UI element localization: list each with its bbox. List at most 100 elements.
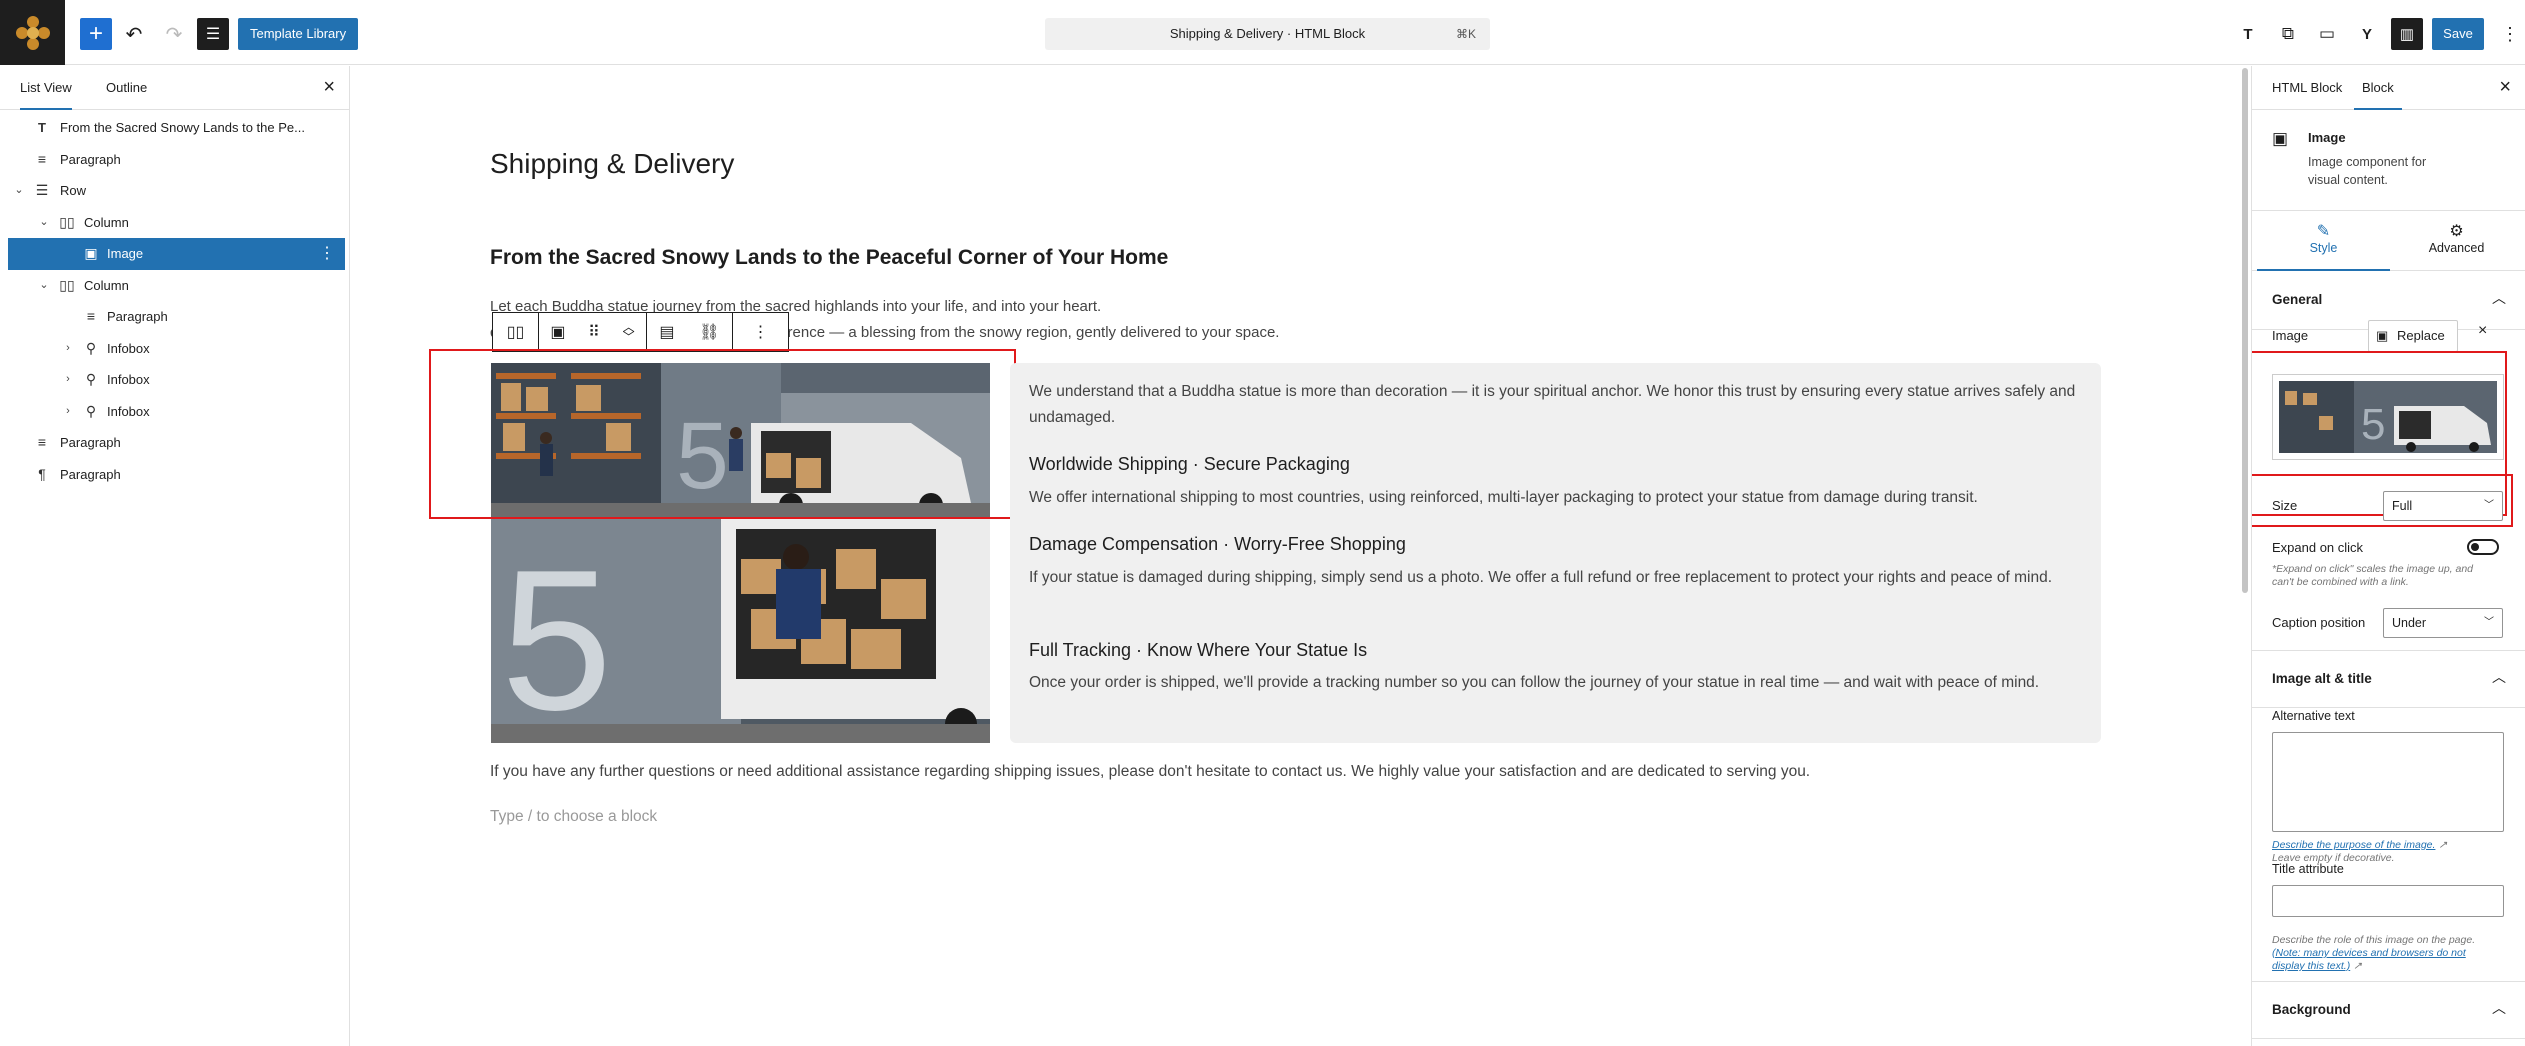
feature-title[interactable]: Full Tracking · Know Where Your Statue I… — [1029, 640, 1367, 661]
tree-item-column[interactable]: ⌄ ▯▯ Column — [0, 207, 349, 239]
tree-item-label: Infobox — [107, 372, 150, 387]
remove-image-icon[interactable]: × — [2478, 322, 2487, 340]
size-label: Size — [2272, 498, 2298, 513]
device-preview-icon[interactable]: ▭ — [2311, 18, 2343, 50]
tab-style[interactable]: ✎ Style — [2257, 211, 2390, 271]
top-toolbar: + ↶ ↷ ☰ Template Library Shipping & Deli… — [0, 0, 2525, 65]
svg-text:5: 5 — [2361, 400, 2385, 449]
options-menu-icon[interactable]: ⋮ — [2494, 18, 2525, 50]
chevron-down-icon[interactable]: ⌄ — [12, 175, 26, 207]
infobox-icon: ⚲ — [85, 339, 97, 356]
tree-item-paragraph[interactable]: ≡ Paragraph — [0, 144, 349, 176]
caption-icon[interactable]: ▤ — [659, 322, 674, 342]
block-mover-group: ▣ ⠿ ︿ ﹀ — [539, 313, 647, 351]
background-section-header[interactable]: Background ︿ — [2252, 981, 2525, 1039]
section-heading[interactable]: From the Sacred Snowy Lands to the Peace… — [490, 246, 1168, 270]
title-note-link-2[interactable]: display this text.) — [2272, 960, 2350, 972]
infobox-icon: ⚲ — [85, 371, 97, 387]
editor-canvas: Shipping & Delivery From the Sacred Snow… — [351, 66, 2239, 1046]
tab-html-block[interactable]: HTML Block — [2272, 66, 2342, 110]
image-preview[interactable]: 5 — [2272, 374, 2504, 460]
close-icon[interactable]: × — [2499, 76, 2511, 99]
chevron-down-icon: ﹀ — [2484, 500, 2494, 511]
image-block-icon[interactable]: ▣ — [550, 322, 565, 342]
tree-item-paragraph[interactable]: ≡ Paragraph — [0, 427, 349, 459]
external-link-icon: ↗ — [2353, 960, 2362, 972]
tree-item-infobox[interactable]: › ⚲ Infobox — [0, 333, 349, 365]
title-note-link[interactable]: (Note: many devices and browsers do not — [2272, 947, 2466, 959]
scrollbar-thumb[interactable] — [2242, 68, 2248, 593]
site-logo[interactable] — [0, 0, 65, 65]
undo-button[interactable]: ↶ — [118, 18, 150, 50]
page-title[interactable]: Shipping & Delivery — [490, 148, 734, 180]
link-icon[interactable]: ⛓ — [699, 322, 719, 342]
replace-image-button[interactable]: ▣ Replace — [2368, 320, 2458, 352]
describe-purpose-link[interactable]: Describe the purpose of the image. — [2272, 839, 2435, 851]
command-palette-bar[interactable]: Shipping & Delivery · HTML Block ⌘K — [1045, 18, 1490, 50]
chevron-down-icon[interactable]: ⌄ — [37, 270, 51, 302]
alt-title-section-header[interactable]: Image alt & title ︿ — [2252, 650, 2525, 708]
tree-item-heading[interactable]: T From the Sacred Snowy Lands to the Pe.… — [0, 112, 349, 144]
document-overview-button[interactable]: ☰ — [197, 18, 229, 50]
yoast-seo-icon[interactable]: Y — [2351, 18, 2383, 50]
title-attribute-field[interactable] — [2272, 885, 2504, 917]
tree-item-paragraph[interactable]: ¶ Paragraph — [0, 459, 349, 491]
tab-advanced[interactable]: ⚙ Advanced — [2390, 211, 2523, 271]
tab-list-view[interactable]: List View — [20, 66, 72, 110]
template-library-button[interactable]: Template Library — [238, 18, 359, 50]
add-block-button[interactable]: + — [80, 18, 112, 50]
alt-text-field[interactable] — [2272, 732, 2504, 832]
van-loading-image[interactable]: 5 — [491, 519, 990, 743]
redo-button[interactable]: ↷ — [158, 18, 190, 50]
lotus-logo-icon — [15, 15, 50, 50]
tree-item-column[interactable]: ⌄ ▯▯ Column — [0, 270, 349, 302]
tab-block[interactable]: Block — [2354, 66, 2402, 110]
feature-title[interactable]: Damage Compensation · Worry-Free Shoppin… — [1029, 534, 1406, 555]
tree-item-image[interactable]: ▣ Image ⋮ — [8, 238, 345, 270]
chevron-right-icon[interactable]: › — [61, 364, 75, 396]
expand-help: *Expand on click" scales the image up, a… — [2272, 563, 2510, 589]
settings-sidebar-icon[interactable]: ▥ — [2391, 18, 2423, 50]
feature-text[interactable]: If your statue is damaged during shippin… — [1029, 565, 2084, 591]
canvas-scrollbar[interactable] — [2239, 66, 2251, 1046]
close-icon[interactable]: × — [323, 76, 335, 99]
expand-help-line-1: *Expand on click" scales the image up, a… — [2272, 563, 2474, 575]
block-toolbar: ▯▯ ▣ ⠿ ︿ ﹀ ▤ ⛓ ⋮ — [492, 312, 789, 352]
more-options-icon[interactable]: ⋮ — [319, 238, 335, 270]
tree-item-infobox[interactable]: › ⚲ Infobox — [0, 396, 349, 428]
command-shortcut: ⌘K — [1455, 27, 1476, 41]
block-appender[interactable]: Type / to choose a block — [490, 808, 657, 826]
row-icon: ☰ — [35, 182, 49, 198]
chevron-right-icon[interactable]: › — [61, 333, 75, 365]
drag-handle-icon[interactable]: ⠿ — [588, 322, 600, 342]
tree-item-paragraph[interactable]: ≡ Paragraph — [0, 301, 349, 333]
tab-outline[interactable]: Outline — [106, 66, 147, 110]
image-icon: ▣ — [2272, 129, 2289, 148]
chevron-down-icon[interactable]: ⌄ — [37, 207, 51, 239]
block-settings-panel: HTML Block Block × ▣ Image Image compone… — [2251, 66, 2525, 1046]
size-select[interactable]: Full ﹀ — [2383, 491, 2503, 521]
save-button[interactable]: Save — [2432, 18, 2484, 50]
chevron-right-icon[interactable]: › — [61, 396, 75, 428]
parent-column-icon[interactable]: ▯▯ — [493, 313, 539, 351]
external-link-icon[interactable]: ⧉ — [2272, 18, 2304, 50]
tree-item-label: Paragraph — [60, 151, 121, 167]
svg-text:5: 5 — [676, 403, 729, 509]
tree-item-label: Infobox — [107, 340, 150, 356]
text-tool-icon[interactable]: T — [2232, 18, 2264, 50]
move-up-down-icon[interactable]: ︿ ﹀ — [623, 321, 635, 343]
tree-item-row[interactable]: ⌄ ☰ Row — [0, 175, 349, 207]
tree-item-infobox[interactable]: › ⚲ Infobox — [0, 364, 349, 396]
feature-text[interactable]: We offer international shipping to most … — [1029, 485, 2084, 511]
feature-text[interactable]: Once your order is shipped, we'll provid… — [1029, 670, 2084, 696]
info-card: We understand that a Buddha statue is mo… — [1010, 363, 2101, 743]
block-tree: T From the Sacred Snowy Lands to the Pe.… — [0, 110, 349, 490]
list-view-panel: List View Outline × T From the Sacred Sn… — [0, 66, 350, 1046]
closing-paragraph[interactable]: If you have any further questions or nee… — [490, 763, 1810, 781]
card-intro-text[interactable]: We understand that a Buddha statue is mo… — [1029, 379, 2084, 431]
feature-title[interactable]: Worldwide Shipping · Secure Packaging — [1029, 454, 1350, 475]
caption-position-select[interactable]: Under ﹀ — [2383, 608, 2503, 638]
expand-on-click-toggle[interactable] — [2467, 539, 2499, 555]
more-options-icon[interactable]: ⋮ — [733, 313, 788, 351]
selected-image-block[interactable]: 5 — [491, 363, 990, 519]
